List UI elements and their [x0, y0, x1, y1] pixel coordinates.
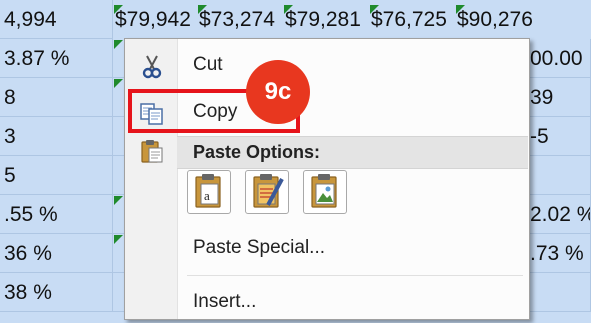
menu-item-insert-label: Insert...	[193, 291, 257, 312]
paste-picture-icon	[304, 174, 346, 217]
error-indicator-icon	[114, 40, 123, 49]
cell-top-value-1[interactable]: $79,942	[114, 0, 191, 39]
cell-left[interactable]: 3	[0, 117, 113, 156]
cell-right[interactable]: .73 %	[528, 234, 591, 273]
cell-top-value-5[interactable]: $90,276	[456, 0, 533, 39]
cell-left[interactable]: 3.87 %	[0, 39, 113, 78]
paste-picture-button[interactable]	[303, 170, 347, 214]
cell-left[interactable]: 38 %	[0, 273, 113, 312]
cell-top-value-3[interactable]: $79,281	[284, 0, 361, 39]
cell-right[interactable]	[528, 273, 591, 312]
menu-item-insert[interactable]: Insert...	[125, 283, 529, 323]
paste-formatting-button[interactable]	[245, 170, 289, 214]
menu-item-paste-special-label: Paste Special...	[193, 237, 326, 258]
cell-top-value-2[interactable]: $73,274	[198, 0, 275, 39]
error-indicator-icon	[370, 5, 379, 14]
clipboard-icon	[139, 138, 165, 164]
error-indicator-icon	[198, 5, 207, 14]
paste-options-header: Paste Options:	[177, 136, 528, 169]
paste-formatting-icon	[246, 174, 288, 217]
cell-left[interactable]: .55 %	[0, 195, 113, 234]
paste-options-label: Paste Options:	[193, 142, 321, 162]
error-indicator-icon	[114, 5, 123, 14]
menu-item-paste-special[interactable]: Paste Special...	[125, 229, 529, 269]
cell-right[interactable]: 39	[528, 78, 591, 117]
top-row-values: $79,942 $73,274 $79,281 $76,725 $90,276	[113, 0, 591, 39]
error-indicator-icon	[284, 5, 293, 14]
cell-right[interactable]: -5	[528, 117, 591, 156]
paste-keep-formatting-button[interactable]: a	[187, 170, 231, 214]
menu-item-cut-label: Cut	[193, 54, 223, 75]
step-badge: 9c	[246, 60, 310, 124]
error-indicator-icon	[114, 79, 123, 88]
cell-right[interactable]: 00.00	[528, 39, 591, 78]
cell-top-value-4[interactable]: $76,725	[370, 0, 447, 39]
cell-left[interactable]: 5	[0, 156, 113, 195]
paste-keep-formatting-icon: a	[188, 174, 230, 217]
menu-separator	[187, 275, 523, 276]
cell-top-left[interactable]: 4,994	[0, 0, 113, 39]
menu-item-cut[interactable]: Cut	[125, 46, 529, 86]
cell-left[interactable]: 8	[0, 78, 113, 117]
cell-right[interactable]	[528, 156, 591, 195]
scissors-icon	[139, 54, 165, 80]
svg-text:a: a	[204, 188, 210, 203]
context-menu: Cut Copy Paste Options: a Paste Special.…	[124, 38, 530, 320]
cell-right[interactable]: 2.02 %	[528, 195, 591, 234]
error-indicator-icon	[456, 5, 465, 14]
error-indicator-icon	[114, 235, 123, 244]
error-indicator-icon	[114, 196, 123, 205]
cell-left[interactable]: 36 %	[0, 234, 113, 273]
